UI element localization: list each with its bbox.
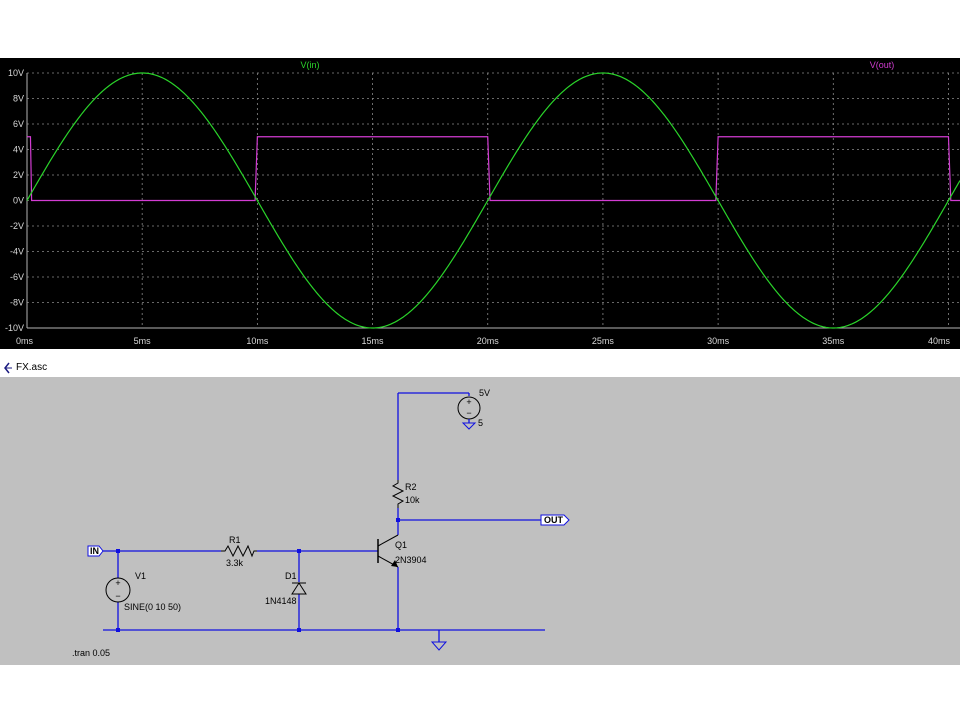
x-tick-label: 40ms <box>928 336 951 346</box>
in-port-flag[interactable]: IN <box>87 545 104 557</box>
vcc-value: 5 <box>478 418 483 428</box>
schematic-canvas[interactable]: IN OUT + − V1 SINE(0 10 50) R1 3.3k D1 1… <box>0 377 960 665</box>
d1-name: D1 <box>285 571 297 581</box>
d1-value: 1N4148 <box>265 596 297 606</box>
r2-value: 10k <box>405 495 420 505</box>
y-tick-label: -4V <box>10 247 24 257</box>
y-axis-ticks: 10V 8V 6V 4V 2V 0V -2V -4V -6V -8V -10V <box>5 68 24 333</box>
spice-directive[interactable]: .tran 0.05 <box>72 648 110 658</box>
out-port-flag[interactable]: OUT <box>540 514 570 526</box>
x-tick-label: 35ms <box>822 336 845 346</box>
schematic-window-titlebar[interactable]: FX.asc <box>0 359 960 378</box>
in-port-label: IN <box>90 546 99 556</box>
q1-transistor[interactable]: Q1 2N3904 <box>377 534 427 568</box>
r1-resistor[interactable]: R1 3.3k <box>221 535 257 568</box>
trace-label-vin[interactable]: V(in) <box>300 60 319 70</box>
x-axis-ticks: 0ms 5ms 10ms 15ms 20ms 25ms 30ms 35ms 40ms <box>16 336 950 346</box>
y-tick-label: 10V <box>8 68 24 78</box>
y-tick-label: 0V <box>13 196 24 206</box>
y-tick-label: 8V <box>13 94 24 104</box>
trace-label-vout[interactable]: V(out) <box>870 60 895 70</box>
v1-value: SINE(0 10 50) <box>124 602 181 612</box>
vcc-voltage-source[interactable]: + − 5V 5 <box>457 388 490 430</box>
y-tick-label: -2V <box>10 221 24 231</box>
minus-sign: − <box>466 408 471 418</box>
v1-voltage-source[interactable]: + − V1 SINE(0 10 50) <box>105 571 181 612</box>
y-tick-label: 6V <box>13 119 24 129</box>
x-tick-label: 10ms <box>246 336 269 346</box>
v1-name: V1 <box>135 571 146 581</box>
y-tick-label: 2V <box>13 170 24 180</box>
ground-symbol[interactable] <box>430 641 448 651</box>
x-tick-label: 25ms <box>592 336 615 346</box>
x-tick-label: 20ms <box>477 336 500 346</box>
y-tick-label: -6V <box>10 272 24 282</box>
schematic-file-icon <box>4 362 12 374</box>
r2-name: R2 <box>405 482 417 492</box>
junction-dots <box>116 518 400 632</box>
r1-name: R1 <box>229 535 241 545</box>
r1-value: 3.3k <box>226 558 244 568</box>
x-tick-label: 30ms <box>707 336 730 346</box>
d1-diode[interactable]: D1 1N4148 <box>265 571 307 606</box>
out-port-label: OUT <box>544 515 564 525</box>
q1-value: 2N3904 <box>395 555 427 565</box>
plus-sign: + <box>115 578 120 588</box>
x-tick-label: 15ms <box>362 336 385 346</box>
r2-resistor[interactable]: R2 10k <box>391 480 420 508</box>
y-tick-label: -8V <box>10 298 24 308</box>
schematic-file-name: FX.asc <box>16 362 48 373</box>
x-tick-label: 5ms <box>134 336 152 346</box>
y-tick-label: 4V <box>13 145 24 155</box>
waveform-plot[interactable]: 10V 8V 6V 4V 2V 0V -2V -4V -6V -8V -10V 0ms 5ms 10ms… <box>0 58 960 349</box>
x-tick-label: 0ms <box>16 336 34 346</box>
plus-sign: + <box>466 397 471 407</box>
vcc-name: 5V <box>479 388 490 398</box>
minus-sign: − <box>115 591 120 601</box>
y-tick-label: -10V <box>5 323 24 333</box>
q1-name: Q1 <box>395 540 407 550</box>
